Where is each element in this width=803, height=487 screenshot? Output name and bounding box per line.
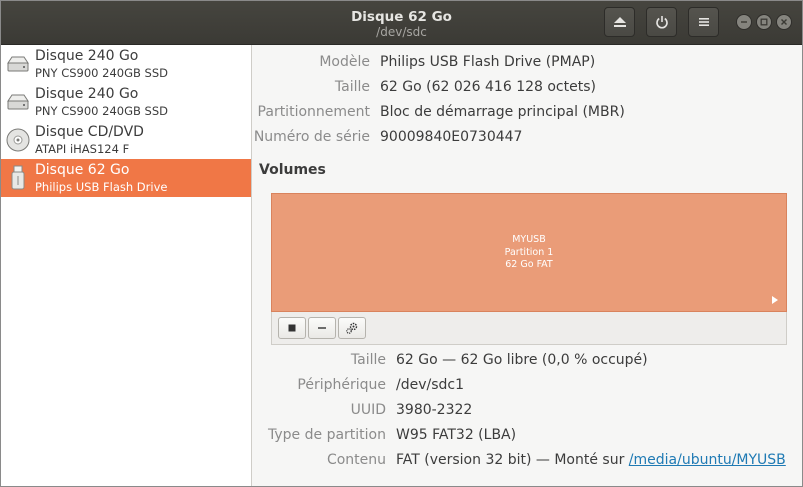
disk-size-value: 62 Go (62 026 416 128 octets) [380,79,596,95]
eject-icon [613,17,626,27]
disks-window: Disque 62 Go /dev/sdc Disque 240 Go PNY … [0,0,803,487]
partition-device-label: Périphérique [297,377,386,393]
drive-item[interactable]: Disque 240 Go PNY CS900 240GB SSD [1,83,251,121]
drive-item[interactable]: Disque CD/DVD ATAPI iHAS124 F [1,121,251,159]
optical-disc-icon [6,128,30,152]
volumes-heading: Volumes [259,162,326,178]
partition-uuid-row: UUID 3980-2322 [252,402,802,422]
drive-name: Disque CD/DVD [35,124,144,140]
minus-icon [318,327,326,329]
delete-partition-button[interactable] [308,317,336,339]
hard-disk-icon [7,94,29,110]
gears-icon [346,322,358,334]
partition-size-row: Taille 62 Go — 62 Go libre (0,0 % occupé… [252,352,802,372]
window-subtitle: /dev/sdc [376,25,427,39]
minimize-icon [741,21,747,23]
disk-model-value: Philips USB Flash Drive (PMAP) [380,54,596,70]
drive-model: ATAPI iHAS124 F [35,142,130,156]
drive-details: Modèle Philips USB Flash Drive (PMAP) Ta… [252,45,802,486]
volume-partition-1[interactable]: MYUSB Partition 1 62 Go FAT [271,193,787,312]
volume-text: MYUSB Partition 1 62 Go FAT [272,234,786,272]
volume-toolbar [271,312,787,345]
disk-partitioning-label: Partitionnement [257,104,370,120]
partition-settings-button[interactable] [338,317,366,339]
unmount-button[interactable] [278,317,306,339]
disk-model-label: Modèle [319,54,370,70]
partition-uuid-label: UUID [350,402,386,418]
disk-size-label: Taille [334,79,370,95]
drive-model: Philips USB Flash Drive [35,180,168,194]
partition-content-value: FAT (version 32 bit) — Monté sur /media/… [396,452,786,468]
drive-name: Disque 240 Go [35,48,139,64]
power-icon [655,16,668,29]
partition-type-label: Type de partition [268,427,386,443]
drive-model: PNY CS900 240GB SSD [35,66,169,80]
disk-serial-row: Numéro de série 90009840E0730447 [252,129,802,149]
window-title: Disque 62 Go [351,9,452,25]
close-icon [781,19,787,25]
eject-button[interactable] [604,7,635,37]
partition-type-value: W95 FAT32 (LBA) [396,427,517,443]
partition-device-row: Périphérique /dev/sdc1 [252,377,802,397]
usb-drive-icon [11,165,25,190]
mounted-indicator-icon [772,296,778,304]
close-button[interactable] [776,14,792,30]
partition-device-value: /dev/sdc1 [396,377,465,393]
volume-description: 62 Go FAT [505,259,553,270]
disk-serial-label: Numéro de série [253,129,370,145]
drive-item[interactable]: Disque 240 Go PNY CS900 240GB SSD [1,45,251,83]
disk-partitioning-row: Partitionnement Bloc de démarrage princi… [252,104,802,124]
partition-uuid-value: 3980-2322 [396,402,473,418]
minimize-button[interactable] [736,14,752,30]
menu-icon [698,18,709,26]
drive-item-selected[interactable]: Disque 62 Go Philips USB Flash Drive [1,159,251,197]
power-off-button[interactable] [646,7,677,37]
partition-size-label: Taille [350,352,386,368]
drive-name: Disque 62 Go [35,162,130,178]
mount-point-link[interactable]: /media/ubuntu/MYUSB [629,452,786,468]
partition-type-row: Type de partition W95 FAT32 (LBA) [252,427,802,447]
volume-partition: Partition 1 [504,246,554,258]
disk-model-row: Modèle Philips USB Flash Drive (PMAP) [252,54,802,74]
maximize-icon [760,18,768,26]
partition-size-value: 62 Go — 62 Go libre (0,0 % occupé) [396,352,648,368]
maximize-button[interactable] [756,14,772,30]
disk-size-row: Taille 62 Go (62 026 416 128 octets) [252,79,802,99]
header-bar: Disque 62 Go /dev/sdc [1,1,802,45]
disk-partitioning-value: Bloc de démarrage principal (MBR) [380,104,625,120]
partition-content-text: FAT (version 32 bit) — Monté sur [396,452,629,468]
hard-disk-icon [7,56,29,72]
menu-button[interactable] [688,7,719,37]
volume-name: MYUSB [512,234,546,245]
partition-content-row: Contenu FAT (version 32 bit) — Monté sur… [252,452,802,472]
drive-name: Disque 240 Go [35,86,139,102]
drive-model: PNY CS900 240GB SSD [35,104,169,118]
partition-content-label: Contenu [326,452,386,468]
stop-icon [288,324,296,332]
disk-serial-value: 90009840E0730447 [380,129,523,145]
drive-list: Disque 240 Go PNY CS900 240GB SSD Disque… [1,45,252,486]
